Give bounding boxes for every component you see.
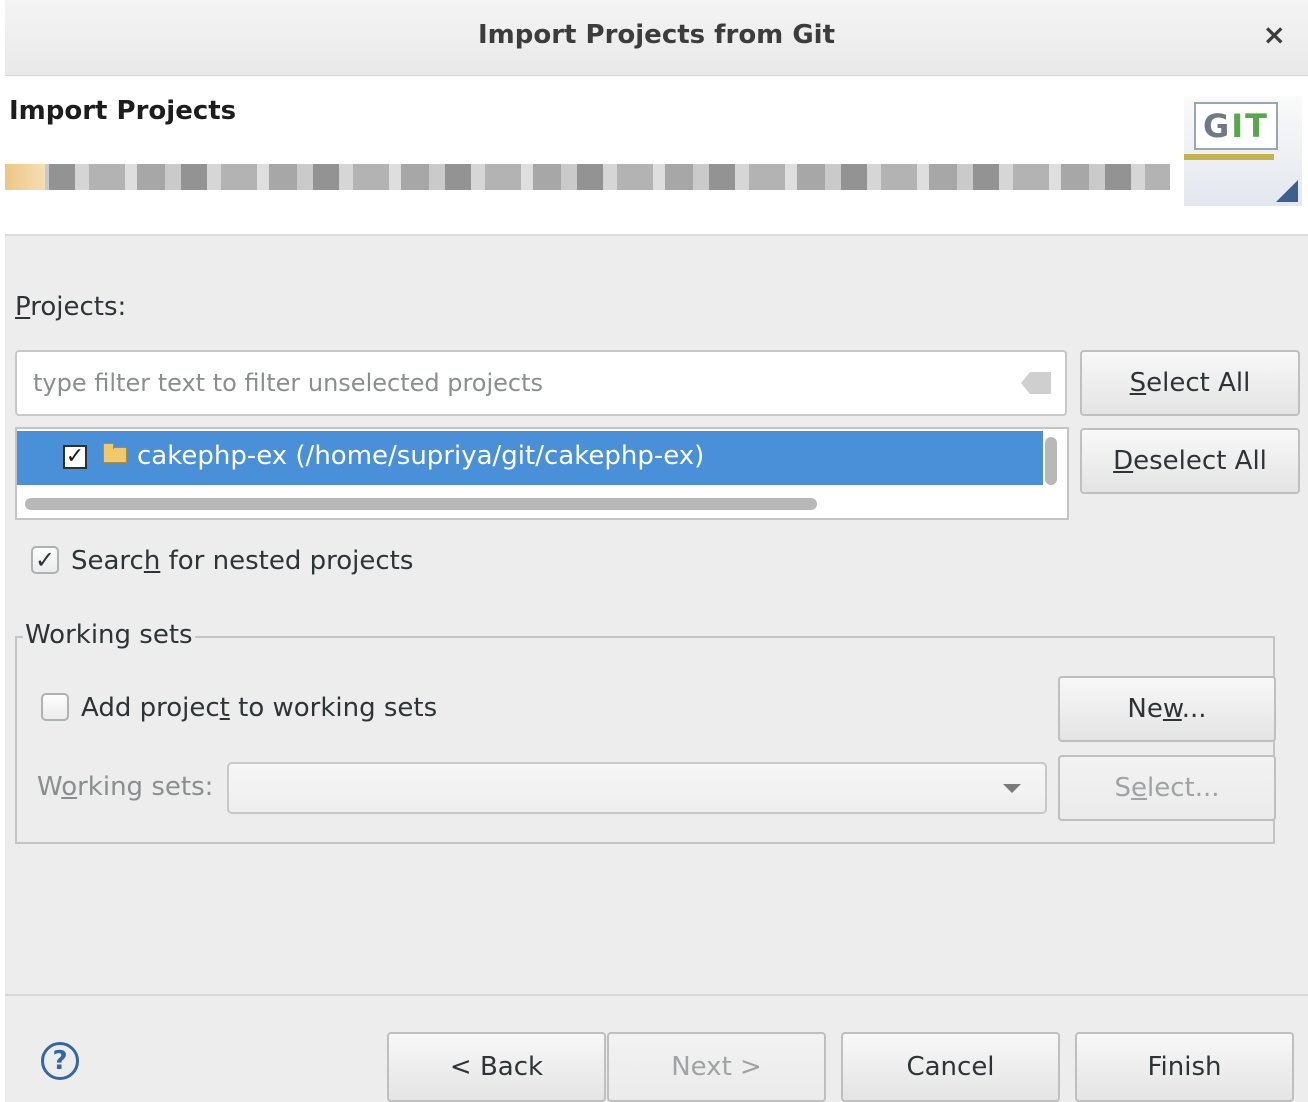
git-logo: GIT [1184,96,1302,206]
project-checkbox[interactable]: ✓ [63,445,87,469]
window-title: Import Projects from Git [477,20,836,50]
select-working-sets-button[interactable]: Select... [1058,755,1276,821]
cancel-button[interactable]: Cancel [841,1032,1060,1102]
horizontal-scrollbar[interactable] [25,498,817,510]
chevron-down-icon [1003,784,1021,793]
working-sets-field-label: Working sets: [37,772,214,802]
folder-open-icon [103,443,129,463]
add-to-working-sets-label[interactable]: Add project to working sets [81,693,437,723]
projects-tree[interactable]: ✓ cakephp-ex (/home/supriya/git/cakephp-… [15,427,1069,520]
back-button[interactable]: < Back [387,1032,606,1102]
redacted-description [5,164,1170,190]
project-row[interactable]: ✓ cakephp-ex (/home/supriya/git/cakephp-… [17,431,1043,485]
add-to-working-sets-checkbox[interactable] [41,693,69,721]
finish-button[interactable]: Finish [1075,1032,1294,1102]
working-sets-group-label: Working sets [23,620,195,650]
clear-text-icon[interactable] [1021,372,1051,394]
select-all-button[interactable]: Select All [1080,350,1300,416]
project-label: cakephp-ex (/home/supriya/git/cakephp-ex… [137,441,705,471]
title-bar: Import Projects from Git × [5,0,1308,76]
page-title: Import Projects [9,96,237,126]
import-projects-dialog: Import Projects from Git × Import Projec… [5,0,1308,1102]
vertical-scrollbar[interactable] [1045,437,1057,485]
filter-field[interactable] [15,350,1067,416]
help-icon[interactable]: ? [41,1042,79,1080]
wizard-header: Import Projects GIT [5,76,1308,236]
projects-label: Projects: [15,292,127,322]
deselect-all-button[interactable]: Deselect All [1080,428,1300,494]
filter-input[interactable] [17,352,995,414]
working-sets-combo[interactable] [227,762,1047,814]
close-icon[interactable]: × [1263,18,1286,51]
nested-projects-label[interactable]: Search for nested projects [71,546,413,576]
new-working-set-button[interactable]: New... [1058,676,1276,742]
footer-separator [5,994,1308,996]
next-button[interactable]: Next > [607,1032,826,1102]
nested-projects-checkbox[interactable]: ✓ [31,546,59,574]
